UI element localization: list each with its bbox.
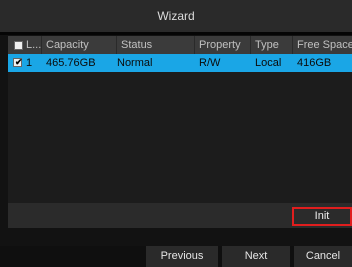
- cancel-button[interactable]: Cancel: [294, 246, 352, 267]
- title-bar: Wizard: [0, 0, 352, 32]
- row-property: R/W: [199, 57, 221, 69]
- header-property[interactable]: Property: [195, 36, 251, 54]
- row-type: Local: [255, 57, 282, 69]
- header-capacity[interactable]: Capacity: [42, 36, 117, 54]
- table-row[interactable]: ✔ 1 465.76GB Normal R/W Local 416GB: [8, 54, 352, 72]
- title-separator: [0, 32, 352, 35]
- row-checkbox[interactable]: ✔: [13, 57, 23, 67]
- table-header: L... Capacity Status Property Type Free …: [8, 36, 352, 54]
- row-capacity: 465.76GB: [46, 57, 96, 69]
- row-free-space: 416GB: [297, 57, 332, 69]
- header-select[interactable]: L...: [8, 36, 42, 54]
- hdd-table: L... Capacity Status Property Type Free …: [8, 36, 352, 208]
- wizard-window: Wizard L... Capacity Status Property Typ…: [0, 0, 352, 267]
- row-status: Normal: [117, 57, 153, 69]
- init-button[interactable]: Init: [292, 207, 352, 226]
- previous-button[interactable]: Previous: [146, 246, 218, 267]
- check-icon: ✔: [15, 57, 23, 67]
- window-title: Wizard: [157, 9, 195, 23]
- header-free-space[interactable]: Free Space: [293, 36, 352, 54]
- header-status[interactable]: Status: [117, 36, 195, 54]
- header-type[interactable]: Type: [251, 36, 293, 54]
- row-index: 1: [26, 57, 33, 69]
- select-all-checkbox[interactable]: [14, 41, 23, 50]
- next-button[interactable]: Next: [222, 246, 290, 267]
